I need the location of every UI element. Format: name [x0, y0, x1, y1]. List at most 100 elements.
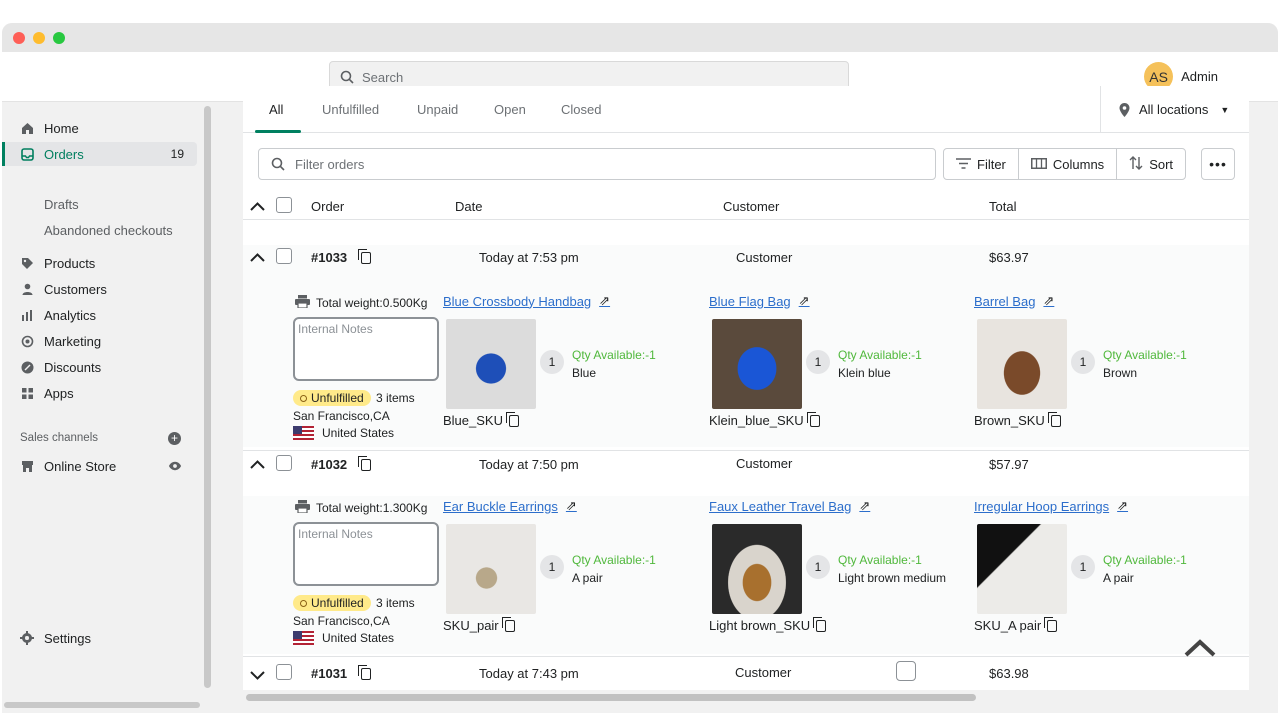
copy-icon[interactable]	[813, 616, 827, 632]
order-number[interactable]: #1031	[311, 666, 347, 681]
columns-button[interactable]: Columns	[1019, 149, 1118, 179]
external-link-icon[interactable]: ⇗	[599, 293, 610, 309]
quantity-badge: 1	[540, 350, 564, 374]
product-title[interactable]: Faux Leather Travel Bag	[709, 499, 851, 514]
internal-notes-field[interactable]: Internal Notes	[293, 317, 439, 381]
column-header-order[interactable]: Order	[311, 199, 344, 214]
sidebar-item-marketing[interactable]: Marketing	[2, 329, 197, 353]
column-header-total[interactable]: Total	[989, 199, 1016, 214]
order-customer[interactable]: Customer	[736, 250, 792, 265]
copy-icon[interactable]	[358, 665, 371, 680]
column-header-date[interactable]: Date	[455, 199, 482, 214]
filter-orders-input[interactable]: Filter orders	[258, 148, 936, 180]
product-title[interactable]: Blue Flag Bag	[709, 294, 791, 309]
chevron-up-icon[interactable]	[250, 249, 265, 265]
product-title[interactable]: Ear Buckle Earrings	[443, 499, 558, 514]
tab-all[interactable]: All	[269, 102, 283, 117]
internal-notes-field[interactable]: Internal Notes	[293, 522, 439, 586]
copy-icon[interactable]	[1044, 616, 1058, 632]
sidebar-horizontal-scrollbar[interactable]	[4, 702, 200, 708]
copy-icon[interactable]	[358, 456, 371, 471]
close-window-button[interactable]	[13, 31, 25, 44]
tab-unpaid[interactable]: Unpaid	[417, 102, 458, 117]
external-link-icon[interactable]: ⇗	[566, 498, 577, 514]
table-row[interactable]: #1032 Today at 7:50 pm Customer $57.97	[243, 450, 1249, 496]
sidebar-item-home[interactable]: Home	[2, 116, 197, 140]
location-selector[interactable]: All locations ▼	[1100, 86, 1249, 133]
external-link-icon[interactable]: ⇗	[1117, 498, 1128, 514]
notes-placeholder: Internal Notes	[298, 527, 373, 541]
filter-button[interactable]: Filter	[944, 149, 1019, 179]
chevron-up-icon[interactable]	[250, 198, 265, 214]
order-number[interactable]: #1033	[311, 250, 347, 265]
notes-placeholder: Internal Notes	[298, 322, 373, 336]
printer-icon[interactable]	[295, 500, 310, 516]
product-image[interactable]	[712, 319, 802, 409]
bar-chart-icon	[20, 308, 34, 322]
floating-checkbox[interactable]	[896, 661, 916, 681]
product-title[interactable]: Barrel Bag	[974, 294, 1035, 309]
variant-label: Brown	[1103, 366, 1138, 380]
order-number[interactable]: #1032	[311, 457, 347, 472]
copy-icon[interactable]	[1047, 411, 1061, 427]
filter-icon	[956, 157, 971, 172]
product-link[interactable]: Ear Buckle Earrings ⇗	[443, 498, 703, 514]
product-link[interactable]: Irregular Hoop Earrings ⇗	[974, 498, 1234, 514]
select-all-checkbox[interactable]	[276, 197, 292, 213]
sidebar-item-discounts[interactable]: Discounts	[2, 355, 197, 379]
product-title[interactable]: Blue Crossbody Handbag	[443, 294, 591, 309]
row-checkbox[interactable]	[276, 455, 292, 471]
sidebar-item-label: Products	[44, 255, 96, 271]
product-image[interactable]	[977, 524, 1067, 614]
product-image[interactable]	[977, 319, 1067, 409]
quantity-badge: 1	[806, 555, 830, 579]
scroll-to-top-button[interactable]	[1184, 632, 1216, 664]
minimize-window-button[interactable]	[33, 31, 45, 44]
tab-closed[interactable]: Closed	[561, 102, 601, 117]
printer-icon[interactable]	[295, 295, 310, 311]
column-header-customer[interactable]: Customer	[723, 199, 779, 214]
product-image[interactable]	[446, 524, 536, 614]
product-link[interactable]: Faux Leather Travel Bag ⇗	[709, 498, 969, 514]
tab-unfulfilled[interactable]: Unfulfilled	[322, 102, 379, 117]
chevron-up-icon[interactable]	[250, 456, 265, 472]
sidebar-item-abandoned-checkouts[interactable]: Abandoned checkouts	[44, 223, 173, 238]
row-checkbox[interactable]	[276, 248, 292, 264]
product-title[interactable]: Irregular Hoop Earrings	[974, 499, 1109, 514]
chevron-down-icon[interactable]	[250, 667, 265, 683]
sidebar-item-settings[interactable]: Settings	[2, 626, 197, 650]
external-link-icon[interactable]: ⇗	[859, 498, 870, 514]
product-image[interactable]	[712, 524, 802, 614]
sidebar-scrollbar[interactable]	[204, 106, 211, 688]
product-link[interactable]: Barrel Bag ⇗	[974, 293, 1234, 309]
maximize-window-button[interactable]	[53, 31, 65, 44]
tab-open[interactable]: Open	[494, 102, 526, 117]
table-row[interactable]: #1033 Today at 7:53 pm Customer $63.97	[243, 245, 1249, 291]
order-total: $57.97	[989, 457, 1029, 472]
product-link[interactable]: Blue Crossbody Handbag ⇗	[443, 293, 703, 309]
table-row[interactable]: #1031 Today at 7:43 pm Customer $63.98	[243, 656, 1249, 690]
copy-icon[interactable]	[358, 249, 371, 264]
sidebar-item-analytics[interactable]: Analytics	[2, 303, 197, 327]
sidebar-item-products[interactable]: Products	[2, 251, 197, 275]
order-customer[interactable]: Customer	[735, 665, 791, 680]
product-sku: Light brown_SKU	[709, 616, 827, 633]
more-actions-button[interactable]: •••	[1201, 148, 1235, 180]
sort-button[interactable]: Sort	[1117, 149, 1185, 179]
add-sales-channel-icon[interactable]: +	[168, 432, 181, 445]
eye-icon[interactable]	[168, 459, 182, 473]
sidebar-item-drafts[interactable]: Drafts	[44, 197, 79, 212]
table-horizontal-scrollbar[interactable]	[246, 694, 976, 701]
external-link-icon[interactable]: ⇗	[1043, 293, 1054, 309]
order-customer[interactable]: Customer	[736, 456, 792, 471]
external-link-icon[interactable]: ⇗	[799, 293, 810, 309]
copy-icon[interactable]	[505, 411, 519, 427]
product-link[interactable]: Blue Flag Bag ⇗	[709, 293, 969, 309]
copy-icon[interactable]	[806, 411, 820, 427]
copy-icon[interactable]	[501, 616, 515, 632]
sidebar-item-apps[interactable]: Apps	[2, 381, 197, 405]
row-checkbox[interactable]	[276, 664, 292, 680]
sidebar-item-customers[interactable]: Customers	[2, 277, 197, 301]
product-image[interactable]	[446, 319, 536, 409]
sidebar-item-orders[interactable]: Orders 19	[2, 142, 197, 166]
